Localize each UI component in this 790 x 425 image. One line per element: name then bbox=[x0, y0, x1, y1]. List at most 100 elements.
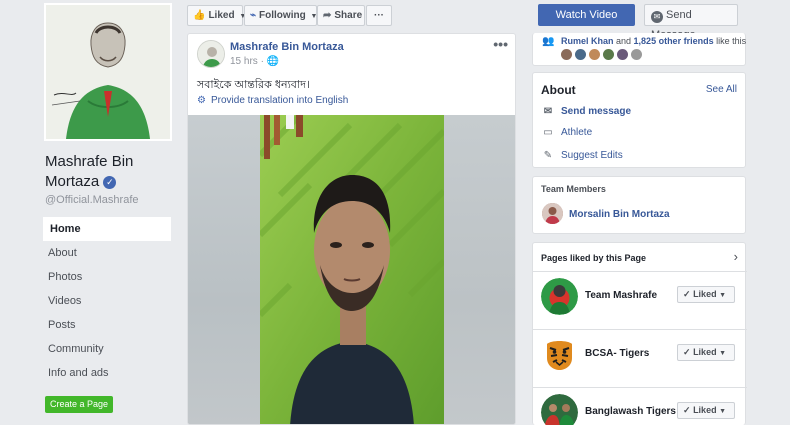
liked-page-avatar[interactable] bbox=[541, 278, 578, 315]
liked-page-name[interactable]: Team Mashrafe bbox=[585, 290, 657, 301]
liked-page-button[interactable]: ✓ Liked ▼ bbox=[677, 402, 735, 419]
share-icon: ➦ bbox=[323, 10, 332, 21]
friend-avatar[interactable] bbox=[589, 49, 600, 60]
profile-sketch-image bbox=[46, 5, 170, 139]
nav-photos[interactable]: Photos bbox=[43, 265, 171, 289]
banglawash-tigers-logo bbox=[541, 394, 578, 425]
nav-info-and-ads[interactable]: Info and ads bbox=[43, 361, 171, 385]
liked-button[interactable]: 👍 Liked ▼ bbox=[187, 5, 246, 26]
left-column: Mashrafe Bin Mortaza ✓ @Official.Mashraf… bbox=[0, 0, 180, 425]
avatar-sketch-image bbox=[198, 41, 224, 67]
page-title: Mashrafe Bin Mortaza ✓ bbox=[45, 152, 175, 192]
about-title: About bbox=[541, 83, 576, 97]
see-all-link[interactable]: See All bbox=[706, 84, 737, 95]
friends-like-card: 👥 Rumel Khan and 1,825 other friends lik… bbox=[532, 33, 746, 66]
liked-page-item: Banglawash Tigers ✓ Liked ▼ bbox=[533, 388, 747, 425]
chevron-down-icon: ▼ bbox=[719, 350, 727, 357]
friend-avatar[interactable] bbox=[561, 49, 572, 60]
liked-page-avatar[interactable] bbox=[541, 336, 578, 373]
liked-page-button[interactable]: ✓ Liked ▼ bbox=[677, 286, 735, 303]
messenger-icon: ✉ bbox=[651, 11, 663, 23]
page-handle[interactable]: @Official.Mashrafe bbox=[45, 194, 139, 206]
about-send-message-link[interactable]: ✉ Send message bbox=[541, 106, 631, 120]
video-player[interactable] bbox=[188, 115, 515, 424]
translate-link[interactable]: ⚙ Provide translation into English bbox=[197, 95, 348, 106]
chevron-down-icon: ▼ bbox=[719, 292, 727, 299]
likes-suffix-text: like this bbox=[713, 36, 747, 46]
checkmark-icon: ✓ bbox=[683, 405, 691, 415]
friend-avatar[interactable] bbox=[575, 49, 586, 60]
page-action-bar: 👍 Liked ▼ ⌁ Following ▼ ➦ Share ··· Watch V… bbox=[187, 4, 738, 41]
about-send-message-label: Send message bbox=[561, 106, 632, 117]
member-name-link[interactable]: Morsalin Bin Mortaza bbox=[569, 209, 670, 220]
post-timestamp[interactable]: 15 hrs · 🌐 bbox=[230, 56, 279, 67]
post-author-avatar[interactable] bbox=[197, 40, 225, 68]
friend-avatar[interactable] bbox=[617, 49, 628, 60]
liked-label: Liked bbox=[208, 10, 235, 21]
people-icon: 👥 bbox=[542, 36, 555, 47]
liked-page-item: BCSA- Tigers ✓ Liked ▼ bbox=[533, 330, 747, 387]
translate-label: Provide translation into English bbox=[210, 95, 349, 106]
create-page-button[interactable]: Create a Page bbox=[45, 396, 113, 413]
video-blur-right bbox=[444, 115, 515, 424]
profile-picture[interactable] bbox=[44, 3, 172, 141]
chevron-right-icon[interactable]: › bbox=[734, 249, 738, 264]
video-blur-left bbox=[188, 115, 260, 424]
member-avatar[interactable] bbox=[542, 203, 563, 224]
post-card: Mashrafe Bin Mortaza 15 hrs · 🌐 ••• সবাই… bbox=[187, 33, 516, 425]
share-button[interactable]: ➦ Share bbox=[317, 5, 365, 26]
likes-mid-text: and bbox=[613, 36, 634, 46]
globe-icon: 🌐 bbox=[266, 56, 280, 67]
member-avatar-image bbox=[542, 203, 563, 224]
friend-name-link[interactable]: Rumel Khan bbox=[561, 36, 614, 46]
nav-community[interactable]: Community bbox=[43, 337, 171, 361]
friends-like-text: Rumel Khan and 1,825 other friends like … bbox=[561, 36, 746, 46]
team-mashrafe-logo bbox=[541, 278, 578, 315]
page-title-line1: Mashrafe Bin bbox=[45, 153, 134, 170]
liked-page-name[interactable]: BCSA- Tigers bbox=[585, 348, 649, 359]
nav-about[interactable]: About bbox=[43, 241, 171, 265]
video-frame bbox=[260, 115, 444, 424]
about-category-link[interactable]: ▭ Athlete bbox=[541, 127, 592, 141]
pages-liked-card: Pages liked by this Page › Team Mashrafe… bbox=[532, 242, 747, 425]
share-label: Share bbox=[334, 10, 363, 21]
post-author-name[interactable]: Mashrafe Bin Mortaza bbox=[230, 41, 344, 53]
liked-page-item: Team Mashrafe ✓ Liked ▼ bbox=[533, 272, 747, 329]
about-category-label: Athlete bbox=[561, 127, 593, 138]
verified-badge-icon: ✓ bbox=[103, 176, 117, 189]
friend-avatar[interactable] bbox=[603, 49, 614, 60]
more-options-button[interactable]: ··· bbox=[366, 5, 392, 26]
friend-avatar[interactable] bbox=[631, 49, 642, 60]
other-friends-link[interactable]: 1,825 other friends bbox=[634, 36, 714, 46]
checkmark-icon: ✓ bbox=[683, 347, 691, 357]
chevron-down-icon: ▼ bbox=[719, 408, 727, 415]
page-title-line2: Mortaza bbox=[45, 173, 100, 190]
messenger-icon: ✉ bbox=[543, 106, 553, 117]
category-icon: ▭ bbox=[543, 127, 553, 138]
checkmark-icon: ✓ bbox=[683, 289, 691, 299]
send-message-button[interactable]: ✉Send Message bbox=[644, 4, 738, 41]
pages-liked-title[interactable]: Pages liked by this Page bbox=[541, 253, 646, 263]
watch-video-button[interactable]: Watch Video bbox=[538, 4, 635, 26]
suggest-edits-link[interactable]: ✎ Suggest Edits bbox=[541, 150, 623, 164]
pencil-icon: ✎ bbox=[543, 150, 553, 161]
thumbs-up-icon: 👍 bbox=[193, 10, 206, 21]
suggest-edits-label: Suggest Edits bbox=[561, 150, 623, 161]
liked-page-button[interactable]: ✓ Liked ▼ bbox=[677, 344, 735, 361]
nav-home[interactable]: Home bbox=[43, 217, 171, 241]
following-label: Following bbox=[259, 10, 306, 21]
rss-icon: ⌁ bbox=[250, 10, 257, 21]
nav-videos[interactable]: Videos bbox=[43, 289, 171, 313]
following-button[interactable]: ⌁ Following ▼ bbox=[244, 5, 317, 26]
liked-page-button-label: Liked bbox=[693, 405, 717, 415]
nav-posts[interactable]: Posts bbox=[43, 313, 171, 337]
team-members-title: Team Members bbox=[541, 184, 606, 194]
about-card: About See All ✉ Send message ▭ Athlete ✎ Su… bbox=[532, 72, 746, 168]
post-options-button[interactable]: ••• bbox=[493, 36, 508, 52]
liked-page-button-label: Liked bbox=[693, 289, 717, 299]
video-thumbnail bbox=[260, 115, 444, 424]
team-members-card: Team Members Morsalin Bin Mortaza bbox=[532, 176, 746, 234]
page-nav: Home About Photos Videos Posts Community… bbox=[43, 217, 171, 385]
liked-page-name[interactable]: Banglawash Tigers bbox=[585, 406, 676, 417]
liked-page-avatar[interactable] bbox=[541, 394, 578, 425]
